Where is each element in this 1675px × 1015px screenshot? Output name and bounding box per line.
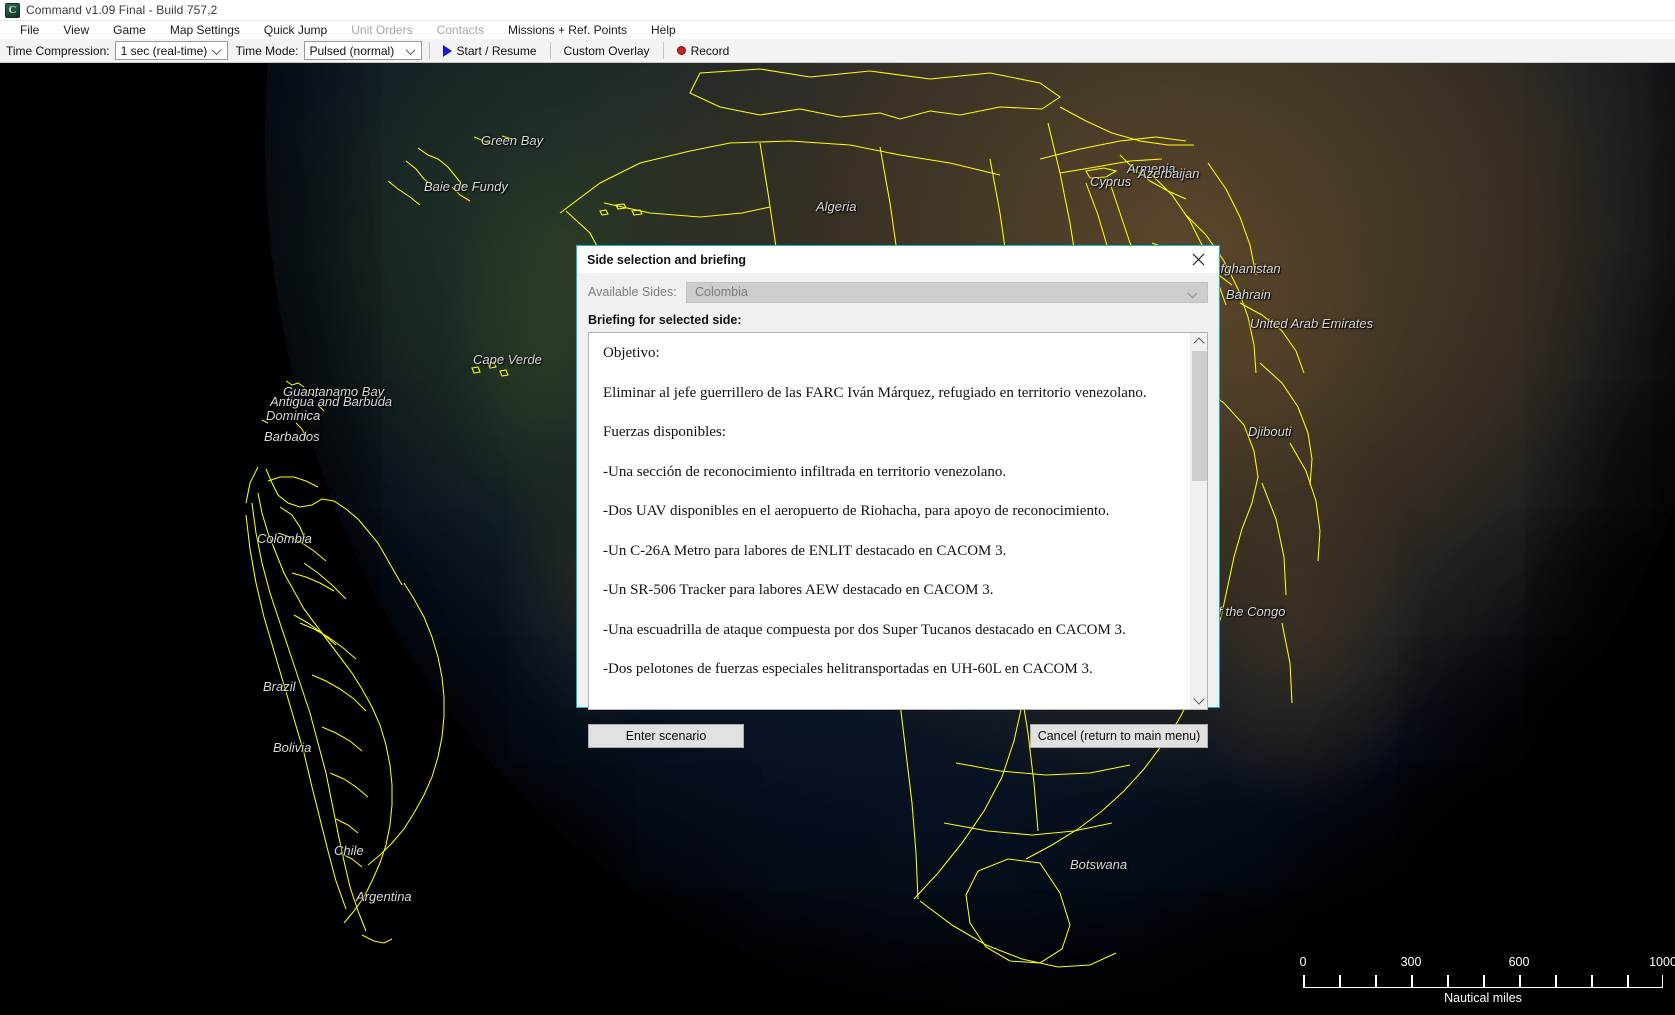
start-resume-button[interactable]: Start / Resume [437,42,543,60]
map-label: Brazil [263,679,296,694]
window-title: Command v1.09 Final - Build 757,2 [26,3,218,17]
menu-item-missions-ref-points[interactable]: Missions + Ref. Points [496,22,639,38]
menu-item-help[interactable]: Help [639,22,688,38]
toolbar-separator [662,42,664,59]
scroll-up-icon[interactable] [1191,333,1208,350]
scale-tick-label: 300 [1400,955,1422,969]
menu-item-contacts: Contacts [436,23,484,37]
record-icon [676,46,686,55]
window-title-bar: Command v1.09 Final - Build 757,2 [0,0,1675,21]
map-scale-bar: 0 300 600 1000 Nautical miles [1299,955,1675,1005]
menu-item-game[interactable]: Game [101,22,158,38]
toolbar-separator [428,42,430,59]
application-window: Green Bay Baie de Fundy Algeria Armenia … [0,0,1675,1015]
menu-item-unit-orders: Unit Orders [351,23,413,37]
enter-scenario-button[interactable]: Enter scenario [588,723,744,748]
menu-item-quick-jump[interactable]: Quick Jump [252,22,339,38]
menu-bar: File View Game Map Settings Quick Jump U… [0,21,1675,39]
close-button[interactable] [1177,246,1219,273]
briefing-paragraph: -Una escuadrilla de ataque compuesta por… [603,621,1126,638]
time-compression-select[interactable]: 1 sec (real-time) [114,41,228,60]
main-toolbar: Time Compression: 1 sec (real-time) Time… [0,39,1675,63]
briefing-paragraph: Eliminar al jefe guerrillero de las FARC… [603,384,1147,401]
menu-item-view[interactable]: View [51,22,101,38]
scrollbar-track[interactable] [1191,350,1208,692]
time-compression-label: Time Compression: [6,43,110,58]
custom-overlay-label: Custom Overlay [563,43,650,58]
scroll-down-icon[interactable] [1191,692,1208,709]
side-selection-dialog: Side selection and briefing Available Si… [576,245,1220,748]
chevron-down-icon [1189,290,1198,299]
command-app-icon [5,2,20,18]
briefing-label: Briefing for selected side: [588,313,742,327]
dialog-footer: Enter scenario Cancel (return to main me… [577,710,1219,762]
time-mode-value: Pulsed (normal) [309,43,395,58]
scale-tick-labels: 0 300 600 1000 [1299,955,1675,970]
record-label: Record [690,43,730,58]
scrollbar-thumb[interactable] [1191,351,1207,481]
play-icon [442,44,452,57]
briefing-paragraph: -Dos UAV disponibles en el aeropuerto de… [603,503,1110,519]
menu-item-file[interactable]: File [8,22,51,38]
scale-tick-label: 0 [1299,955,1307,969]
available-sides-select[interactable]: Colombia [686,281,1208,303]
toolbar-separator [549,42,551,59]
briefing-panel: Objetivo: Eliminar al jefe guerrillero d… [588,332,1208,710]
briefing-paragraph: -Un C-26A Metro para labores de ENLIT de… [603,542,1007,559]
chevron-down-icon [213,45,222,54]
map-label: Chile [334,843,364,858]
briefing-paragraph: Fuerzas disponibles: [603,424,726,440]
dialog-title: Side selection and briefing [587,252,747,267]
briefing-paragraph: -Dos pelotones de fuerzas especiales hel… [603,661,1093,677]
map-label: Colombia [257,531,312,546]
custom-overlay-button[interactable]: Custom Overlay [558,42,656,60]
dialog-title-bar: Side selection and briefing [577,246,1219,273]
briefing-paragraph: -Una sección de reconocimiento infiltrad… [603,463,1007,480]
scale-tick-marks [1303,970,1664,988]
start-resume-label: Start / Resume [456,43,537,58]
available-sides-value: Colombia [695,285,748,299]
briefing-text[interactable]: Objetivo: Eliminar al jefe guerrillero d… [589,333,1190,709]
available-sides-row: Available Sides: Colombia [588,281,1208,303]
scale-tick-label: 1000 [1649,955,1675,969]
menu-item-map-settings[interactable]: Map Settings [158,22,252,38]
available-sides-label: Available Sides: [588,285,677,299]
map-label: Argentina [356,889,412,904]
briefing-scrollbar[interactable] [1190,333,1207,709]
chevron-down-icon [407,45,416,54]
close-icon [1192,253,1204,266]
briefing-paragraph: Objetivo: [603,345,660,361]
time-mode-select[interactable]: Pulsed (normal) [303,41,422,60]
cancel-button-footer[interactable]: Cancel (return to main menu) [1030,723,1208,748]
briefing-paragraph: -Un SR-506 Tracker para labores AEW dest… [603,582,994,598]
map-label: Bolivia [273,740,312,755]
record-button[interactable]: Record [671,42,736,60]
scale-caption: Nautical miles [1444,991,1522,1005]
scale-tick-label: 600 [1508,955,1530,969]
time-mode-label: Time Mode: [235,43,299,58]
dialog-body: Available Sides: Colombia Briefing for s… [577,273,1219,710]
